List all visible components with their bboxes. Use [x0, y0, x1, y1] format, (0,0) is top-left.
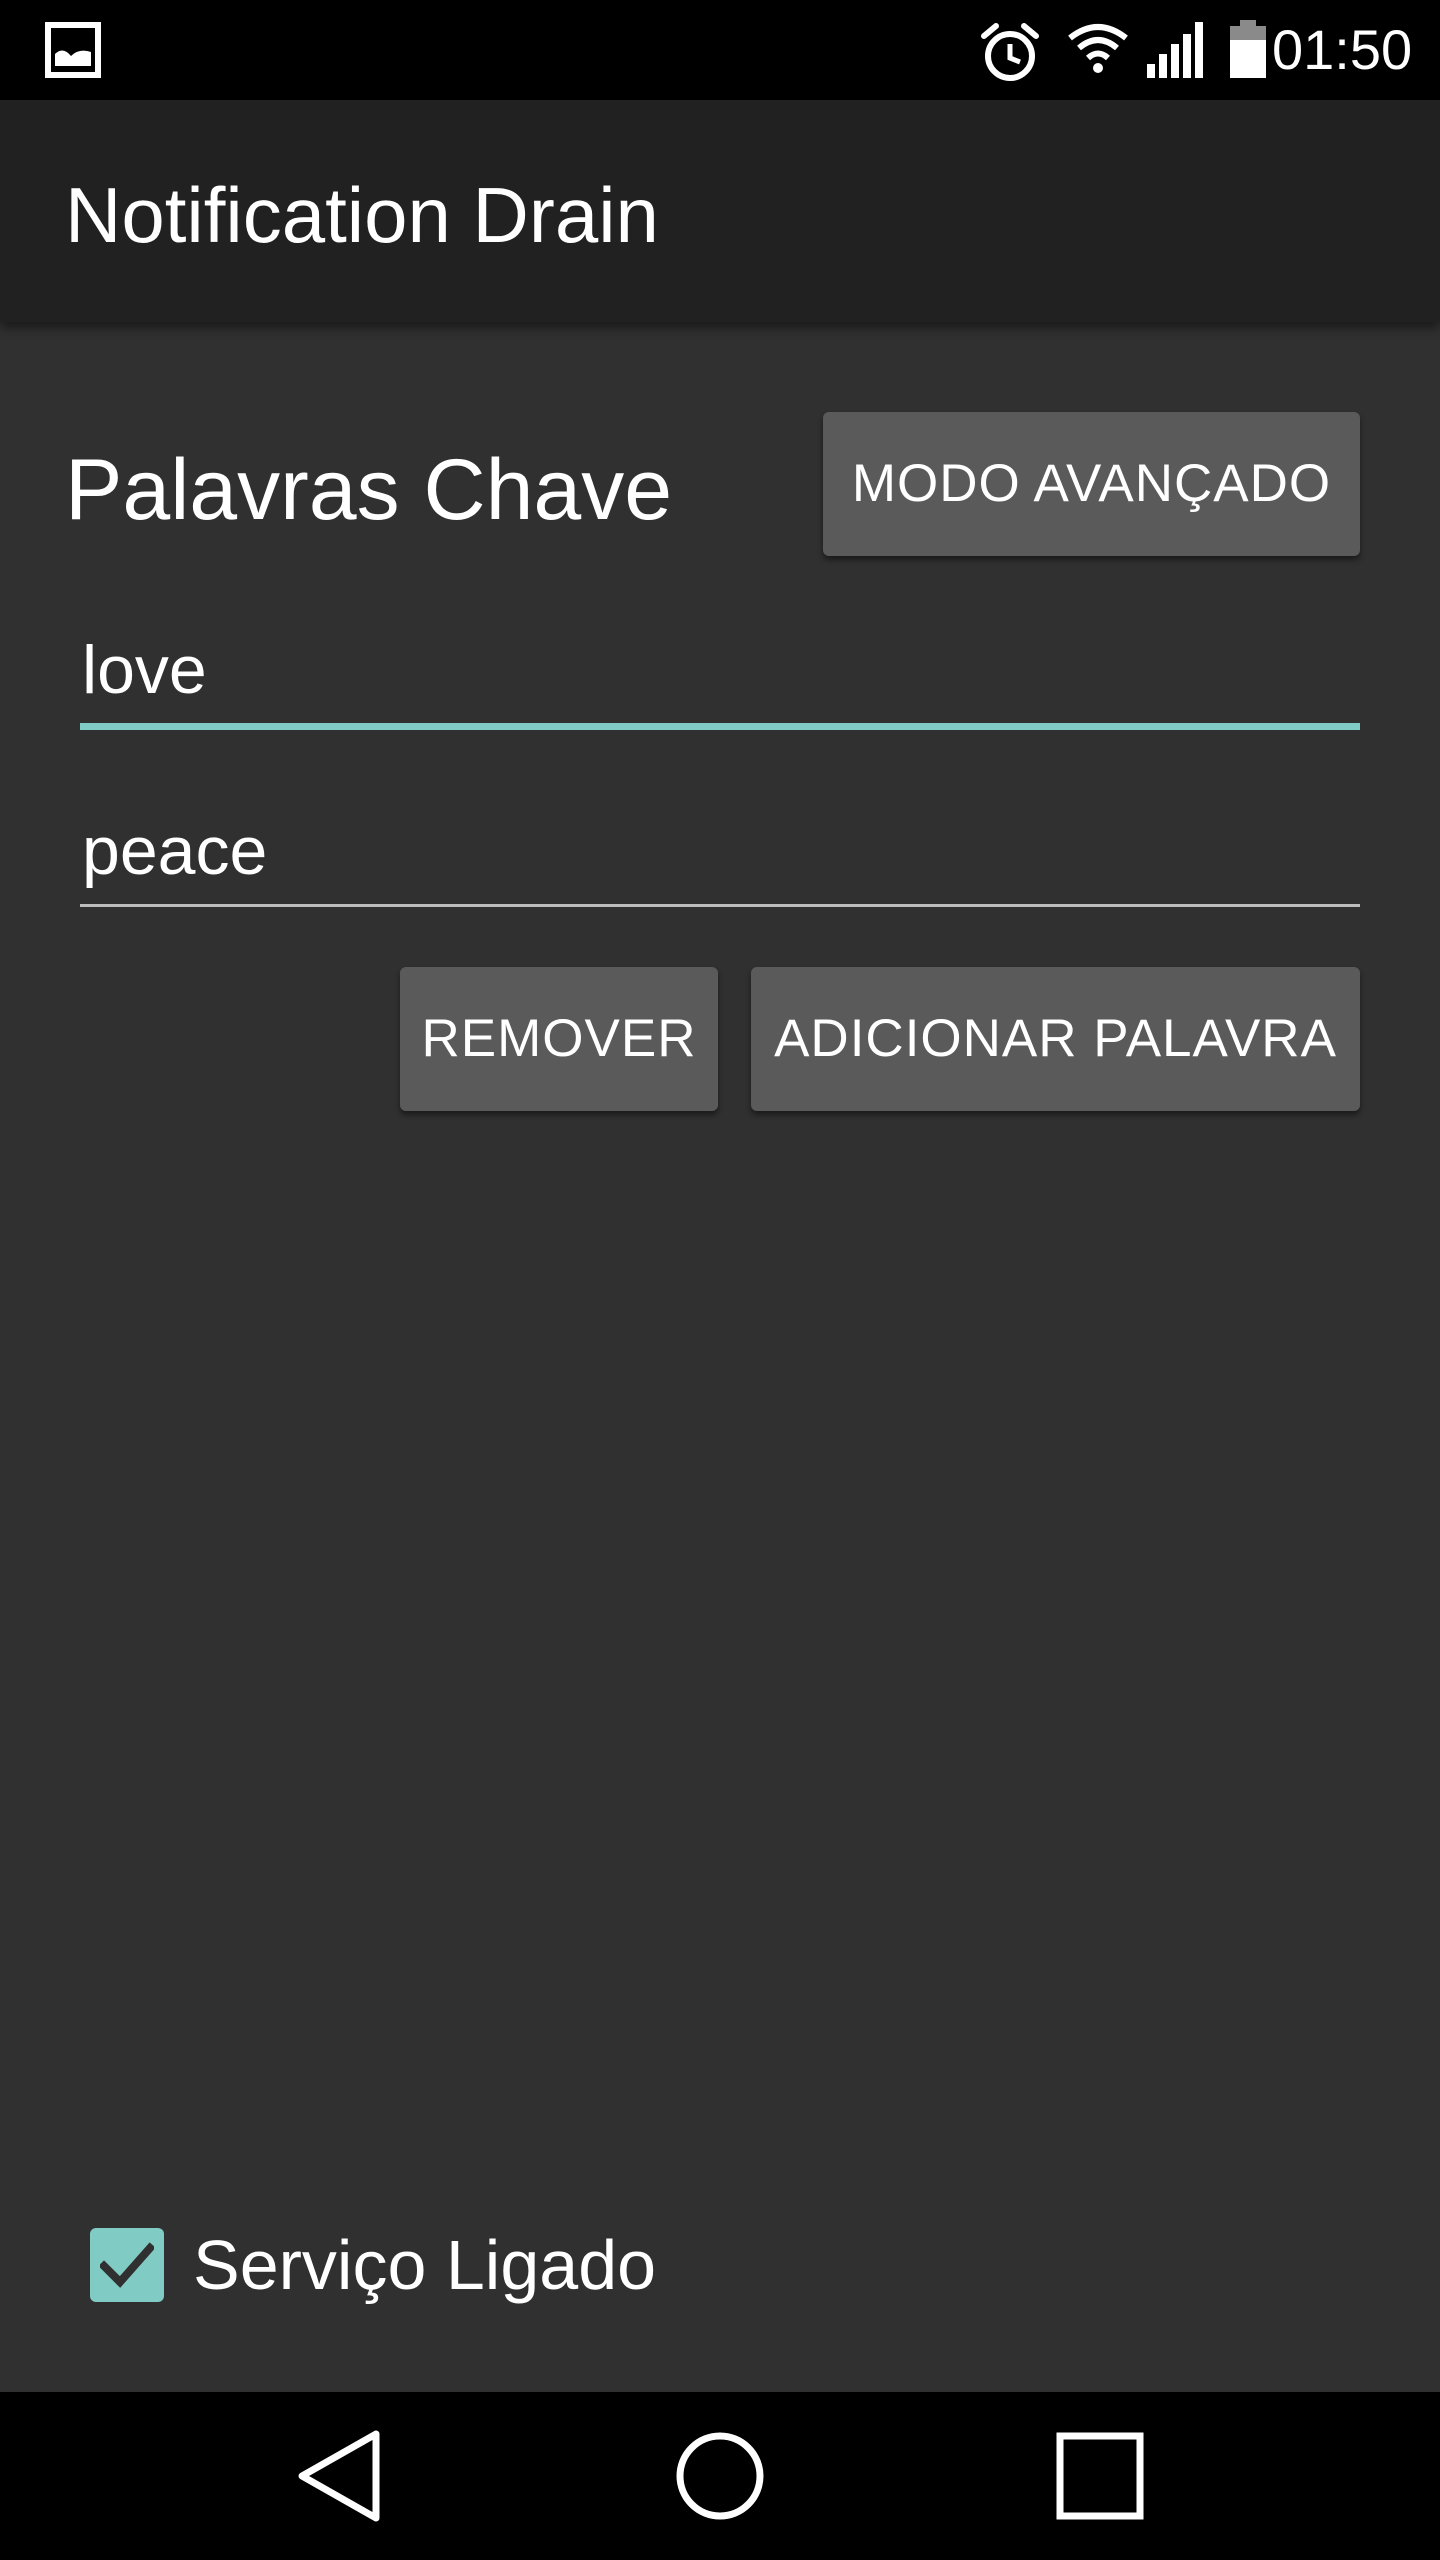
keyword-value: love: [82, 632, 207, 708]
recents-icon[interactable]: [1050, 2426, 1150, 2526]
keyword-underline: [80, 904, 1360, 907]
status-bar: 01:50: [0, 0, 1440, 100]
keyword-underline-focused: [80, 723, 1360, 730]
back-icon[interactable]: [290, 2426, 390, 2526]
check-icon: [100, 2242, 154, 2288]
app-title: Notification Drain: [65, 171, 659, 259]
advanced-mode-button[interactable]: MODO AVANÇADO: [823, 412, 1360, 556]
home-icon[interactable]: [670, 2426, 770, 2526]
status-clock: 01:50: [1272, 18, 1413, 81]
keyword-field[interactable]: peace: [80, 806, 1360, 916]
battery-icon: [1230, 20, 1266, 78]
remove-button[interactable]: REMOVER: [400, 967, 718, 1111]
wifi-icon: [1068, 24, 1128, 73]
app-toolbar: Notification Drain: [0, 100, 1440, 322]
screen: 01:50 Notification Drain Palavras Chave …: [0, 0, 1440, 2560]
add-keyword-button[interactable]: ADICIONAR PALAVRA: [751, 967, 1360, 1111]
keyword-value: peace: [82, 813, 268, 889]
service-toggle[interactable]: Serviço Ligado: [90, 2225, 790, 2305]
service-checkbox[interactable]: [90, 2228, 164, 2302]
navigation-bar: [0, 2392, 1440, 2560]
signal-icon: [1147, 22, 1203, 78]
service-label: Serviço Ligado: [193, 2226, 657, 2304]
section-title: Palavras Chave: [65, 442, 673, 538]
alarm-icon: [981, 23, 1039, 81]
gallery-icon: [45, 22, 101, 78]
keyword-field[interactable]: love: [80, 625, 1360, 735]
